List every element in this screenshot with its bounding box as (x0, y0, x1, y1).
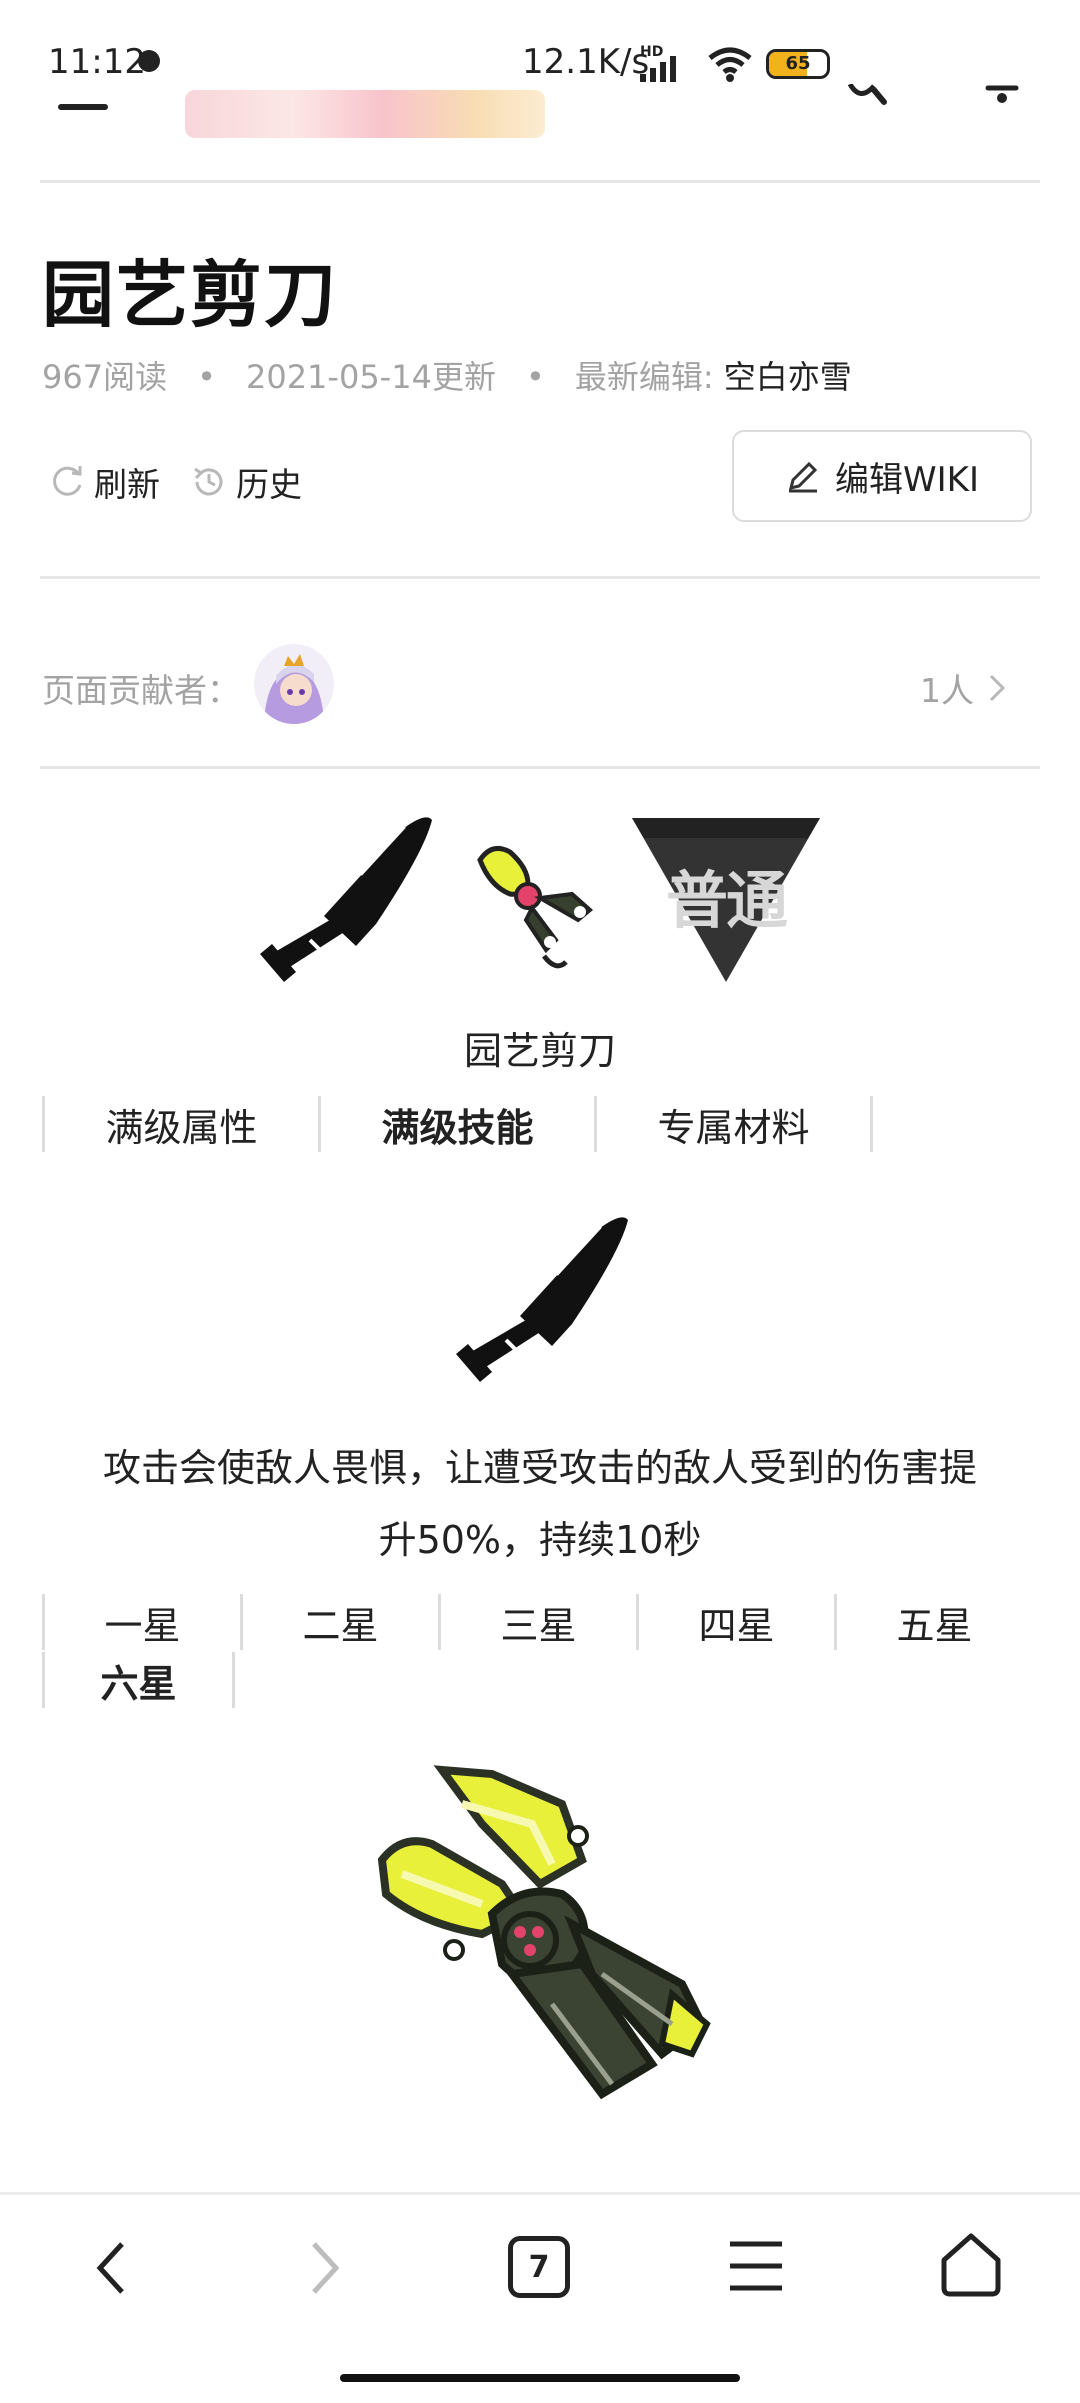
home-icon[interactable] (940, 2232, 1002, 2298)
refresh-label: 刷新 (94, 465, 160, 504)
tab-max-level-stats[interactable]: 满级属性 (42, 1096, 318, 1152)
contributors-label: 页面贡献者： (42, 671, 240, 710)
refresh-icon (53, 466, 82, 496)
history-button[interactable]: 历史 (190, 458, 302, 506)
rarity-label: 普通 (665, 864, 788, 937)
editor-name[interactable]: 空白亦雪 (724, 358, 852, 396)
star-tab-3[interactable]: 三星 (438, 1594, 636, 1650)
qq-notification-icon (138, 50, 160, 72)
page-meta: 967阅读 • 2021-05-14更新 • 最新编辑: 空白亦雪 (42, 352, 852, 398)
rarity-badge: 普通 (628, 814, 824, 986)
meta-separator: • (197, 358, 216, 396)
signal-icon (640, 56, 676, 82)
garden-shears-icon (477, 845, 594, 969)
star-tabs-row-1: 一星 二星 三星 四星 五星 (42, 1594, 1032, 1650)
avatar-image (254, 644, 334, 724)
tabs-icon[interactable]: 7 (508, 2236, 570, 2298)
gesture-bar[interactable] (340, 2374, 740, 2382)
wifi-icon (708, 47, 752, 82)
chevron-right-icon (989, 674, 1006, 702)
tab-count: 7 (528, 2249, 550, 2285)
garden-shears-artwork (377, 1765, 711, 2100)
back-icon[interactable] (92, 2240, 128, 2296)
bell-icon[interactable] (982, 84, 1022, 108)
refresh-button[interactable]: 刷新 (48, 458, 160, 506)
tab-end-divider (870, 1096, 873, 1152)
star-tab-end-divider (232, 1652, 235, 1708)
battery-icon: 65 (766, 49, 830, 79)
star-tab-1[interactable]: 一星 (42, 1594, 240, 1650)
skill-description: 攻击会使敌人畏惧，让遭受攻击的敌人受到的伤害提升50%，持续10秒 (102, 1446, 977, 1562)
star-tab-4[interactable]: 四星 (636, 1594, 834, 1650)
pencil-icon (788, 461, 818, 493)
meta-separator: • (525, 358, 545, 396)
menu-icon[interactable] (728, 2240, 784, 2292)
star-tabs-row-2: 六星 (42, 1652, 235, 1708)
star-tab-6[interactable]: 六星 (42, 1652, 232, 1708)
battery-level: 65 (785, 53, 811, 74)
star-tab-2[interactable]: 二星 (240, 1594, 438, 1650)
contributor-count[interactable]: 1人 (920, 664, 1006, 712)
tab-exclusive-materials[interactable]: 专属材料 (594, 1096, 870, 1152)
item-tabs: 满级属性 满级技能 专属材料 (42, 1096, 873, 1152)
read-count: 967阅读 (42, 358, 168, 396)
edit-wiki-button[interactable]: 编辑WIKI (732, 430, 1032, 522)
editor-label: 最新编辑: (574, 358, 714, 396)
forward-icon[interactable] (308, 2240, 344, 2296)
star-tab-5[interactable]: 五星 (834, 1594, 1032, 1650)
history-icon (194, 467, 223, 496)
section-divider (40, 576, 1040, 579)
item-name: 园艺剪刀 (463, 1029, 616, 1073)
edit-wiki-label: 编辑WIKI (835, 459, 979, 500)
skill-sword-icon (456, 1217, 628, 1382)
header-banner-image (185, 90, 545, 138)
hamburger-menu-icon[interactable] (58, 104, 108, 110)
contributor-avatar[interactable] (254, 644, 334, 724)
update-date: 2021-05-14更新 (245, 358, 496, 396)
contributor-count-text: 1人 (920, 671, 974, 710)
search-icon[interactable] (848, 84, 888, 108)
status-time: 11:12 (48, 42, 146, 82)
network-speed: 12.1K/s (522, 42, 650, 82)
sword-icon (260, 817, 432, 982)
section-divider (40, 766, 1040, 769)
history-label: 历史 (236, 465, 302, 504)
page-title: 园艺剪刀 (42, 253, 339, 337)
tab-max-level-skills[interactable]: 满级技能 (318, 1096, 594, 1152)
header-divider (40, 180, 1040, 183)
